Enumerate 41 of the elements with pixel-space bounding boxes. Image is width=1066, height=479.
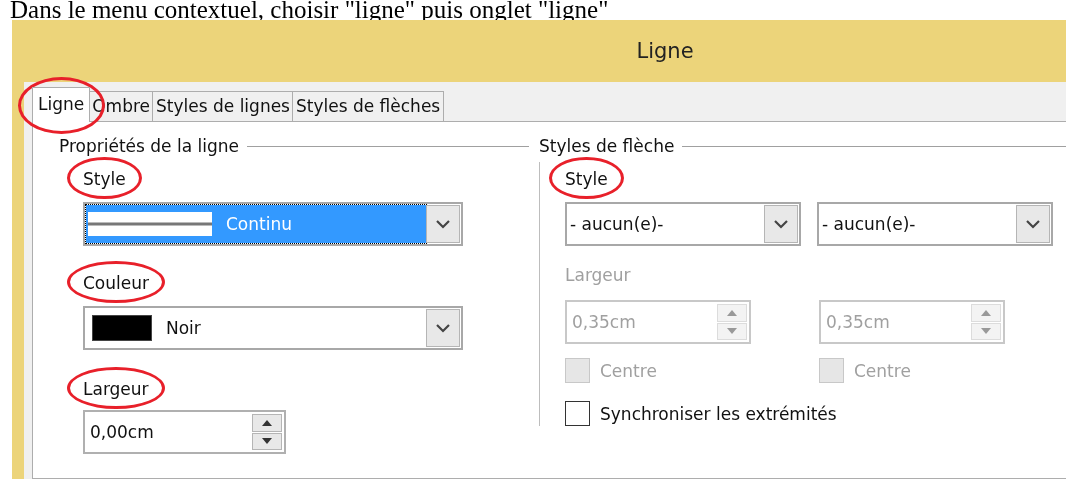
field-label: Style: [83, 169, 126, 189]
dropdown-button[interactable]: [426, 205, 460, 243]
field-label: Couleur: [83, 273, 149, 293]
up-arrow-icon: [726, 309, 738, 317]
checkbox[interactable]: [565, 401, 590, 426]
dropdown-button[interactable]: [426, 309, 460, 347]
checkbox-label: Synchroniser les extrémités: [600, 403, 837, 424]
dropdown-button[interactable]: [764, 205, 798, 243]
arrow-style-dropdown[interactable]: - aucun(e)-: [817, 202, 1053, 246]
spin-down-button[interactable]: [252, 432, 282, 450]
up-arrow-icon: [261, 419, 273, 427]
field-label: Largeur: [565, 265, 631, 285]
field-label: Style: [565, 169, 608, 189]
dropdown-button[interactable]: [1016, 205, 1050, 243]
checkbox-label: Centre: [854, 360, 911, 381]
chevron-down-icon: [773, 219, 789, 229]
chevron-down-icon: [435, 323, 451, 333]
tab[interactable]: Styles de flèches: [292, 91, 445, 122]
arrow-style-dropdown[interactable]: - aucun(e)-: [565, 202, 801, 246]
dropdown-value: Noir: [166, 318, 201, 338]
dropdown-value: - aucun(e)-: [570, 214, 664, 234]
down-arrow-icon: [980, 327, 992, 335]
chevron-down-icon: [1025, 219, 1041, 229]
tab[interactable]: Ligne: [32, 87, 91, 122]
spin-field[interactable]: 0,00cm: [83, 410, 286, 454]
field-label: Largeur: [83, 379, 149, 399]
chevron-down-icon: [435, 219, 451, 229]
window-title: Ligne: [636, 39, 694, 63]
dropdown-value: Continu: [226, 214, 292, 234]
spin-up-button[interactable]: [252, 414, 282, 432]
color-dropdown[interactable]: Noir: [83, 306, 463, 350]
line-preview-icon: [88, 210, 212, 238]
checkbox-label: Centre: [600, 360, 657, 381]
down-arrow-icon: [261, 437, 273, 445]
section-heading: Styles de flèche: [539, 136, 675, 156]
section-heading: Propriétés de la ligne: [59, 136, 239, 156]
caption-text: Dans le menu contextuel, choisir "ligne" puis onglet "ligne": [10, 0, 609, 20]
up-arrow-icon: [980, 309, 992, 317]
tab[interactable]: Styles de lignes: [152, 91, 294, 122]
dropdown-value: - aucun(e)-: [822, 214, 916, 234]
down-arrow-icon: [726, 327, 738, 335]
